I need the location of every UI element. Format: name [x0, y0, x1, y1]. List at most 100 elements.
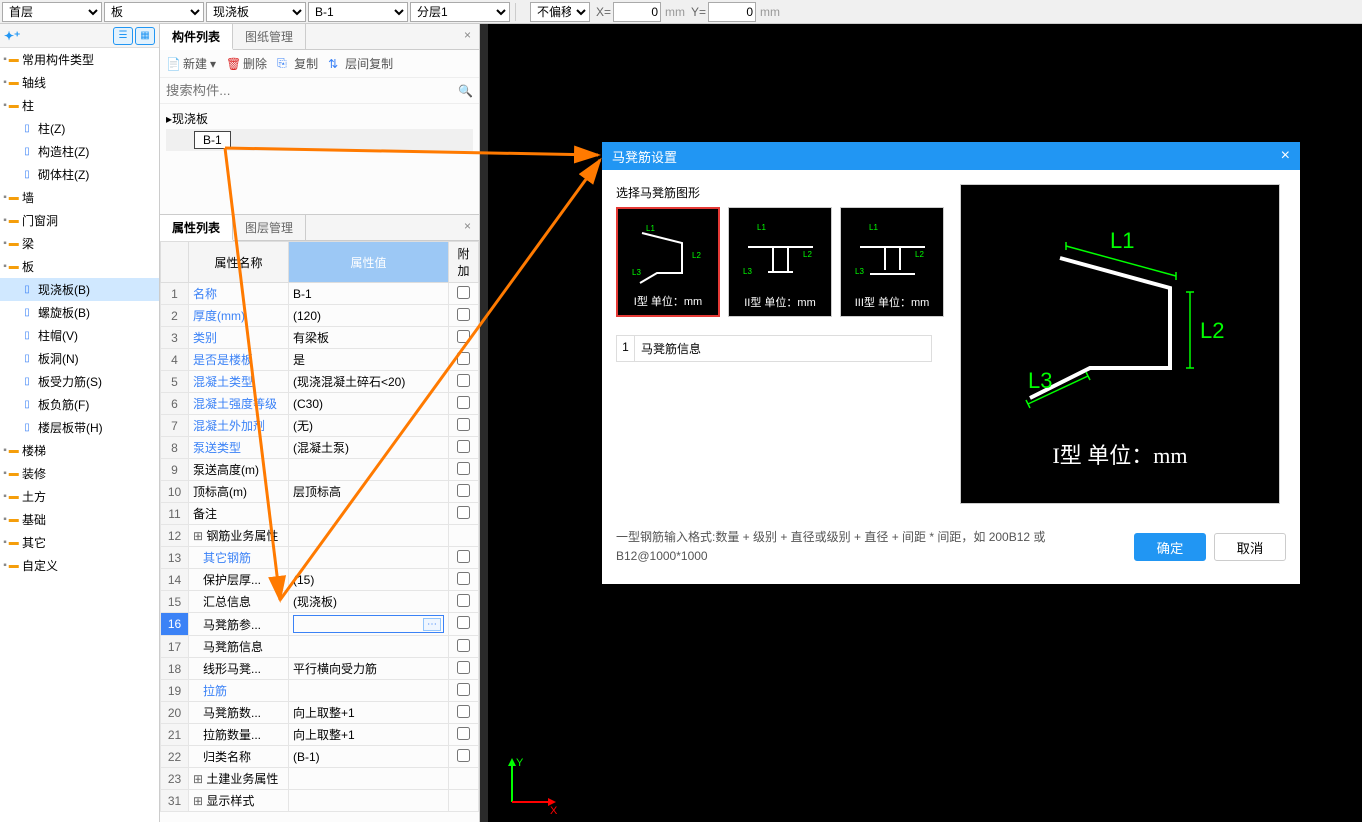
extra-checkbox[interactable]: [457, 308, 470, 321]
new-button[interactable]: 📄新建 ▾: [166, 55, 216, 72]
property-row[interactable]: 20 马凳筋数...向上取整+1: [161, 702, 479, 724]
property-row[interactable]: 6混凝土强度等级(C30): [161, 393, 479, 415]
tree-item[interactable]: ▯柱(Z): [0, 117, 159, 140]
tab-layers[interactable]: 图层管理: [233, 215, 306, 240]
tree-item[interactable]: ▯柱帽(V): [0, 324, 159, 347]
tab-properties[interactable]: 属性列表: [160, 215, 233, 241]
property-row[interactable]: 18 线形马凳...平行横向受力筋: [161, 658, 479, 680]
ellipsis-button[interactable]: ⋯: [423, 618, 441, 631]
extra-checkbox[interactable]: [457, 639, 470, 652]
search-input[interactable]: [166, 83, 458, 98]
property-row[interactable]: 9泵送高度(m): [161, 459, 479, 481]
extra-checkbox[interactable]: [457, 352, 470, 365]
extra-checkbox[interactable]: [457, 440, 470, 453]
extra-checkbox[interactable]: [457, 572, 470, 585]
extra-checkbox[interactable]: [457, 374, 470, 387]
tree-item[interactable]: ▯板负筋(F): [0, 393, 159, 416]
view-grid-icon[interactable]: ▦: [135, 27, 155, 45]
property-row[interactable]: 16 马凳筋参...⋯: [161, 613, 479, 636]
property-row[interactable]: 19 拉筋: [161, 680, 479, 702]
property-row[interactable]: 22 归类名称(B-1): [161, 746, 479, 768]
shape-option[interactable]: L1L2L3II型 单位：mm: [728, 207, 832, 317]
tree-item[interactable]: ▪▬墙: [0, 186, 159, 209]
dialog-close-icon[interactable]: ×: [1281, 147, 1290, 165]
tab-component-list[interactable]: 构件列表: [160, 24, 233, 50]
tree-item[interactable]: ▯构造柱(Z): [0, 140, 159, 163]
add-icon[interactable]: ✦⁺: [4, 29, 20, 43]
property-row[interactable]: 10顶标高(m)层顶标高: [161, 481, 479, 503]
offset-select[interactable]: 不偏移: [530, 2, 590, 22]
floor-select[interactable]: 首层: [2, 2, 102, 22]
property-row[interactable]: 2厚度(mm)(120): [161, 305, 479, 327]
extra-checkbox[interactable]: [457, 550, 470, 563]
tree-item[interactable]: ▯螺旋板(B): [0, 301, 159, 324]
extra-checkbox[interactable]: [457, 506, 470, 519]
cancel-button[interactable]: 取消: [1214, 533, 1286, 561]
extra-checkbox[interactable]: [457, 727, 470, 740]
extra-checkbox[interactable]: [457, 286, 470, 299]
tree-item[interactable]: ▪▬轴线: [0, 71, 159, 94]
extra-checkbox[interactable]: [457, 594, 470, 607]
property-row[interactable]: 7混凝土外加剂(无): [161, 415, 479, 437]
ok-button[interactable]: 确定: [1134, 533, 1206, 561]
property-row[interactable]: 11备注: [161, 503, 479, 525]
tree-item[interactable]: ▪▬土方: [0, 485, 159, 508]
property-row[interactable]: 4是否是楼板是: [161, 349, 479, 371]
property-row[interactable]: 21 拉筋数量...向上取整+1: [161, 724, 479, 746]
property-row[interactable]: 17 马凳筋信息: [161, 636, 479, 658]
view-list-icon[interactable]: ☰: [113, 27, 133, 45]
copy-button[interactable]: ⎘复制: [277, 55, 318, 72]
extra-checkbox[interactable]: [457, 484, 470, 497]
type-select[interactable]: 现浇板: [206, 2, 306, 22]
name-select[interactable]: B-1: [308, 2, 408, 22]
property-row[interactable]: 5混凝土类型(现浇混凝土碎石<20): [161, 371, 479, 393]
tree-item[interactable]: ▪▬板: [0, 255, 159, 278]
component-root[interactable]: ▸ 现浇板: [166, 108, 473, 129]
tree-item[interactable]: ▪▬装修: [0, 462, 159, 485]
property-row[interactable]: 31⊞ 显示样式: [161, 790, 479, 812]
layer-copy-button[interactable]: ⇅层间复制: [328, 55, 393, 72]
property-row[interactable]: 14 保护层厚...(15): [161, 569, 479, 591]
tree-item[interactable]: ▪▬自定义: [0, 554, 159, 577]
category-select[interactable]: 板: [104, 2, 204, 22]
extra-checkbox[interactable]: [457, 661, 470, 674]
property-row[interactable]: 23⊞ 土建业务属性: [161, 768, 479, 790]
layer-select[interactable]: 分层1: [410, 2, 510, 22]
property-row[interactable]: 15 汇总信息(现浇板): [161, 591, 479, 613]
tree-item[interactable]: ▯板受力筋(S): [0, 370, 159, 393]
extra-checkbox[interactable]: [457, 418, 470, 431]
tree-item[interactable]: ▪▬其它: [0, 531, 159, 554]
property-row[interactable]: 13 其它钢筋: [161, 547, 479, 569]
info-row[interactable]: 1 马凳筋信息: [616, 335, 932, 362]
tree-item[interactable]: ▯现浇板(B): [0, 278, 159, 301]
tree-item[interactable]: ▪▬常用构件类型: [0, 48, 159, 71]
tree-item[interactable]: ▪▬楼梯: [0, 439, 159, 462]
extra-checkbox[interactable]: [457, 683, 470, 696]
extra-checkbox[interactable]: [457, 330, 470, 343]
shape-option[interactable]: L1L2L3I型 单位：mm: [616, 207, 720, 317]
extra-checkbox[interactable]: [457, 616, 470, 629]
property-row[interactable]: 1名称B-1: [161, 283, 479, 305]
property-row[interactable]: 12⊞ 钢筋业务属性: [161, 525, 479, 547]
tree-item[interactable]: ▪▬柱: [0, 94, 159, 117]
tree-item[interactable]: ▯砌体柱(Z): [0, 163, 159, 186]
property-row[interactable]: 8泵送类型(混凝土泵): [161, 437, 479, 459]
x-input[interactable]: [613, 2, 661, 22]
shape-option[interactable]: L1L2L3III型 单位：mm: [840, 207, 944, 317]
extra-checkbox[interactable]: [457, 462, 470, 475]
panel-close-icon[interactable]: ×: [456, 24, 479, 49]
component-item[interactable]: B-1: [166, 129, 473, 151]
tab-drawing-mgr[interactable]: 图纸管理: [233, 24, 306, 49]
extra-checkbox[interactable]: [457, 396, 470, 409]
property-row[interactable]: 3类别有梁板: [161, 327, 479, 349]
tree-item[interactable]: ▯楼层板带(H): [0, 416, 159, 439]
extra-checkbox[interactable]: [457, 705, 470, 718]
tree-item[interactable]: ▪▬基础: [0, 508, 159, 531]
tree-item[interactable]: ▯板洞(N): [0, 347, 159, 370]
panel-close-icon[interactable]: ×: [456, 215, 479, 240]
tree-item[interactable]: ▪▬梁: [0, 232, 159, 255]
extra-checkbox[interactable]: [457, 749, 470, 762]
search-icon[interactable]: 🔍: [458, 84, 473, 98]
tree-item[interactable]: ▪▬门窗洞: [0, 209, 159, 232]
delete-button[interactable]: 🗑删除: [226, 55, 267, 72]
